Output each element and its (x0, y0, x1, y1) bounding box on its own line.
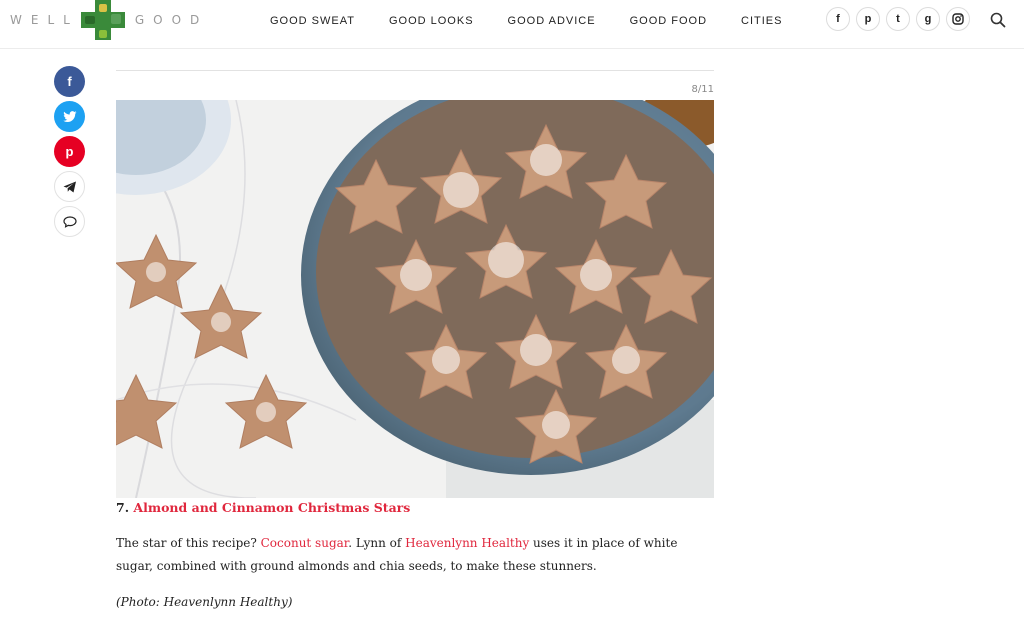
logo-cross-icon (80, 0, 125, 40)
photo-credit: (Photo: Heavenlynn Healthy) (116, 595, 293, 609)
share-pinterest-button[interactable]: p (54, 136, 85, 167)
coconut-sugar-link[interactable]: Coconut sugar (261, 536, 349, 550)
heavenlynn-healthy-link[interactable]: Heavenlynn Healthy (405, 536, 529, 550)
logo-word-well: WELL (10, 13, 79, 27)
search-icon[interactable] (990, 12, 1006, 28)
share-telegram-button[interactable] (54, 171, 85, 202)
pinterest-icon: p (65, 144, 74, 159)
pinterest-glyph: p (864, 13, 872, 25)
share-facebook-button[interactable]: f (54, 66, 85, 97)
share-twitter-button[interactable] (54, 101, 85, 132)
cookie-photo (116, 100, 714, 498)
nav-good-advice[interactable]: GOOD ADVICE (508, 15, 596, 27)
nav-cities[interactable]: CITIES (741, 15, 782, 27)
instagram-icon[interactable] (946, 7, 970, 31)
twitter-glyph: t (896, 13, 900, 25)
google-plus-icon[interactable]: g (916, 7, 940, 31)
main-nav: GOOD SWEAT GOOD LOOKS GOOD ADVICE GOOD F… (270, 15, 816, 27)
recipe-link[interactable]: Almond and Cinnamon Christmas Stars (133, 500, 410, 515)
pinterest-icon[interactable]: p (856, 7, 880, 31)
para-mid: . Lynn of (348, 536, 406, 550)
site-header: WELL GOOD GOOD SWEAT GOOD LOOKS GOOD ADV… (0, 0, 1024, 49)
comment-button[interactable] (54, 206, 85, 237)
facebook-glyph: f (836, 13, 840, 25)
twitter-icon[interactable]: t (886, 7, 910, 31)
content-divider (116, 70, 714, 71)
site-logo[interactable]: WELL GOOD (10, 0, 208, 40)
slide-description: The star of this recipe? Coconut sugar. … (116, 532, 716, 578)
facebook-icon: f (67, 74, 72, 89)
instagram-glyph (952, 13, 964, 25)
paper-plane-icon (63, 181, 76, 192)
para-prefix: The star of this recipe? (116, 536, 261, 550)
twitter-icon (62, 110, 76, 122)
nav-good-looks[interactable]: GOOD LOOKS (389, 15, 474, 27)
slide-caption: 7. Almond and Cinnamon Christmas Stars (116, 500, 410, 515)
facebook-icon[interactable]: f (826, 7, 850, 31)
comment-icon (62, 215, 77, 228)
social-links: f p t g (826, 7, 976, 31)
logo-word-good: GOOD (134, 13, 209, 27)
google-plus-glyph: g (924, 13, 932, 25)
nav-good-sweat[interactable]: GOOD SWEAT (270, 15, 355, 27)
share-bar: f p (54, 66, 86, 241)
slide-counter: 8/11 (691, 84, 714, 95)
nav-good-food[interactable]: GOOD FOOD (630, 15, 707, 27)
cookies-image (116, 100, 714, 498)
caption-number: 7. (116, 500, 130, 515)
